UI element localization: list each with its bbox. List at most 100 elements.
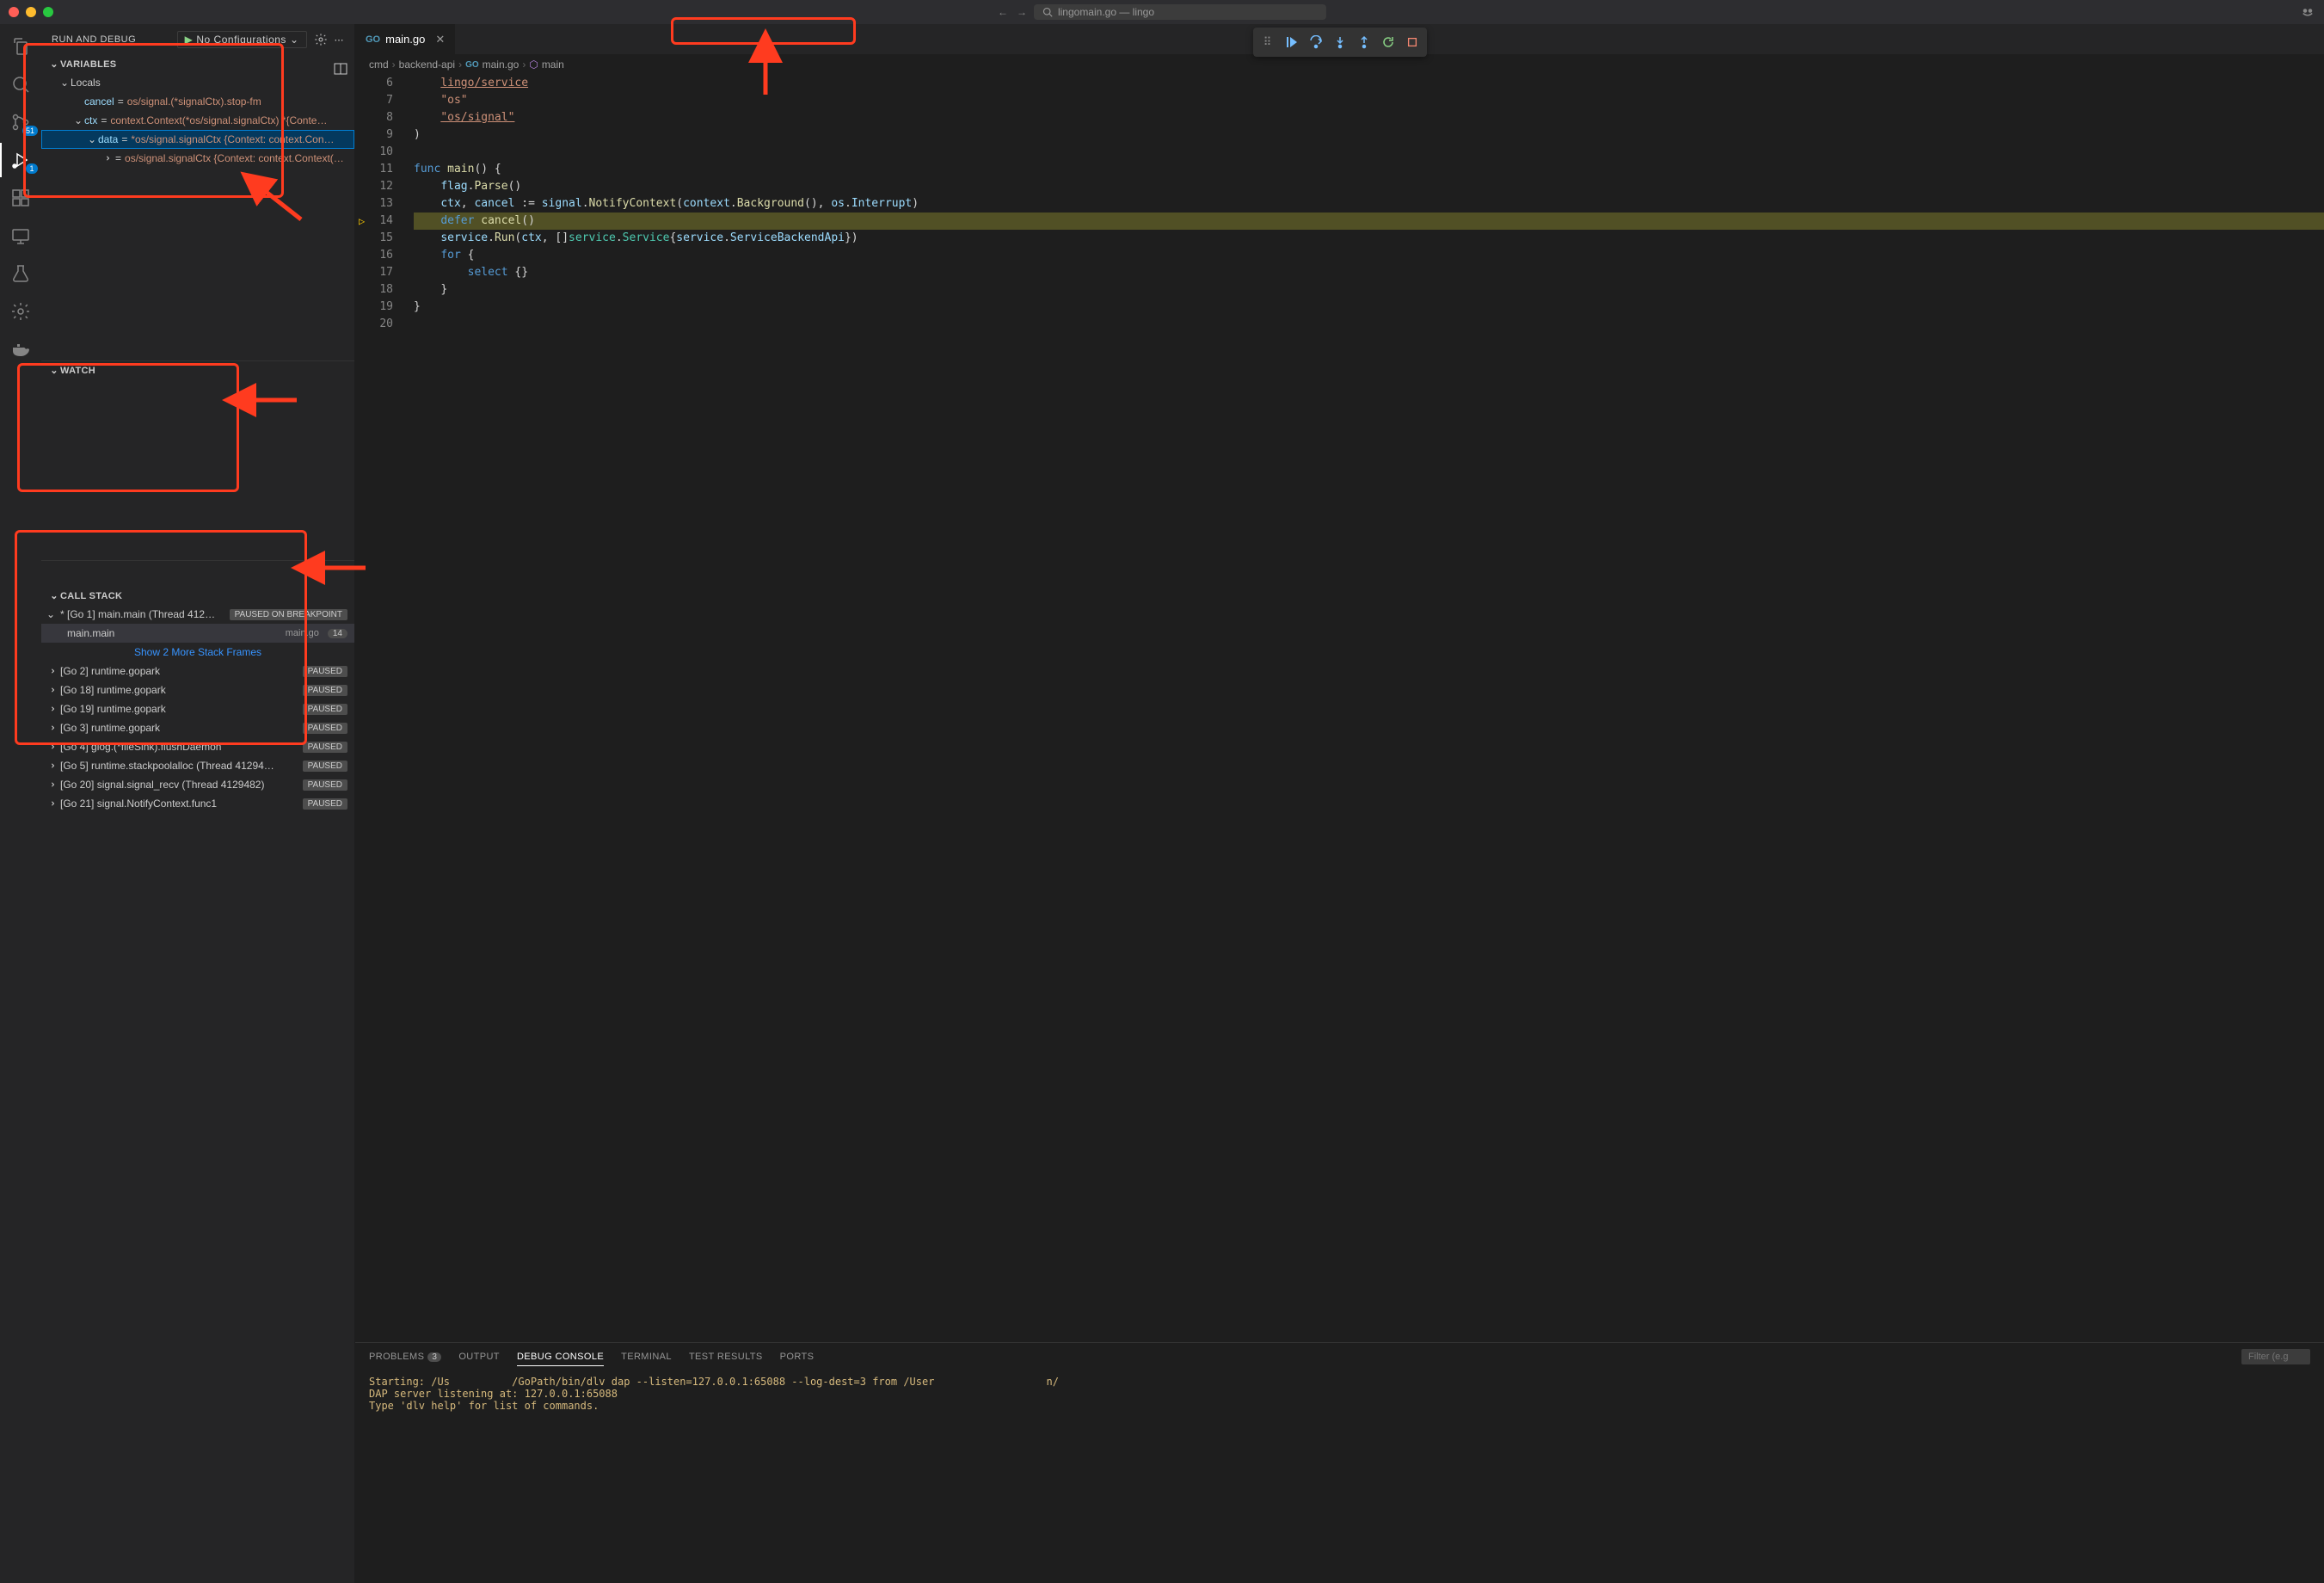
- thread-status-badge: PAUSED: [303, 704, 347, 715]
- tab-close-icon[interactable]: ✕: [435, 33, 445, 46]
- continue-button[interactable]: [1281, 31, 1303, 53]
- callstack-frame[interactable]: main.main main.go 14: [41, 624, 354, 643]
- callstack-thread[interactable]: ⌄[Go 4] glog.(*fileSink).flushDaemon PAUS…: [41, 737, 354, 756]
- panel-tab-test-results[interactable]: TEST RESULTS: [689, 1348, 763, 1365]
- chevron-right-icon: ⌄: [45, 684, 57, 696]
- source-control-tab[interactable]: 51: [0, 105, 41, 139]
- remote-tab[interactable]: [0, 219, 41, 253]
- watch-section: ⌄ WATCH: [41, 360, 354, 560]
- run-config-selector[interactable]: ▶ No Configurations ⌄: [177, 31, 307, 48]
- window-close-button[interactable]: [9, 7, 19, 17]
- breadcrumb-item[interactable]: main.go: [483, 59, 520, 71]
- breadcrumb-item[interactable]: cmd: [369, 59, 389, 71]
- chevron-down-icon: ⌄: [48, 590, 60, 601]
- watch-title: WATCH: [60, 366, 95, 376]
- gear-icon[interactable]: [314, 33, 328, 46]
- panel-filter-input[interactable]: [2241, 1349, 2310, 1364]
- extensions-tab[interactable]: [0, 181, 41, 215]
- var-name: data: [98, 133, 118, 145]
- var-value: context.Context(*os/signal.signalCtx) *{…: [110, 114, 327, 126]
- restart-button[interactable]: [1377, 31, 1399, 53]
- callstack-thread[interactable]: ⌄[Go 5] runtime.stackpoolalloc (Thread 4…: [41, 756, 354, 775]
- variable-row[interactable]: ⌄ = os/signal.signalCtx {Context: contex…: [41, 149, 354, 168]
- step-over-button[interactable]: [1305, 31, 1327, 53]
- callstack-thread[interactable]: ⌄[Go 21] signal.NotifyContext.func1PAUSE…: [41, 794, 354, 813]
- explorer-tab[interactable]: [0, 29, 41, 64]
- variable-row[interactable]: cancel = os/signal.(*signalCtx).stop-fm: [41, 92, 354, 111]
- chevron-right-icon: ⌄: [45, 798, 57, 810]
- search-icon: [1042, 7, 1053, 17]
- frame-file: main.go: [286, 628, 319, 638]
- titlebar: ← → lingomain.go — lingo: [0, 0, 2324, 24]
- variable-row[interactable]: ⌄ ctx = context.Context(*os/signal.signa…: [41, 111, 354, 130]
- thread-label: * [Go 1] main.main (Thread 412…: [60, 608, 215, 620]
- problems-count-badge: 3: [427, 1352, 441, 1362]
- thread-label: [Go 4] glog.(*fileSink).flushDaemon: [60, 741, 221, 753]
- editor-tabs: GO main.go ✕ ⠿: [355, 24, 2324, 54]
- window-maximize-button[interactable]: [43, 7, 53, 17]
- panel-tab-debug-console[interactable]: DEBUG CONSOLE: [517, 1348, 604, 1366]
- search-tab[interactable]: [0, 67, 41, 102]
- locals-group[interactable]: ⌄ Locals: [41, 73, 354, 92]
- run-debug-tab[interactable]: 1: [0, 143, 41, 177]
- chevron-right-icon: ⌄: [45, 779, 57, 791]
- docker-tab[interactable]: [0, 332, 41, 366]
- var-value: os/signal.(*signalCtx).stop-fm: [127, 95, 261, 108]
- tab-filename: main.go: [385, 33, 425, 46]
- thread-label: [Go 21] signal.NotifyContext.func1: [60, 798, 217, 810]
- command-center[interactable]: lingomain.go — lingo: [1034, 4, 1326, 20]
- var-name: cancel: [84, 95, 114, 108]
- debug-toolbar: ⠿: [1253, 28, 1427, 57]
- callstack-thread[interactable]: ⌄[Go 20] signal.signal_recv (Thread 4129…: [41, 775, 354, 794]
- drag-handle-icon[interactable]: ⠿: [1257, 31, 1279, 53]
- callstack-thread[interactable]: ⌄[Go 18] runtime.goparkPAUSED: [41, 681, 354, 699]
- panel-tab-output[interactable]: OUTPUT: [458, 1348, 500, 1365]
- editor-tab[interactable]: GO main.go ✕: [355, 24, 456, 54]
- bottom-panel: PROBLEMS3 OUTPUT DEBUG CONSOLE TERMINAL …: [355, 1342, 2324, 1583]
- callstack-thread[interactable]: ⌄ * [Go 1] main.main (Thread 412… PAUSED…: [41, 605, 354, 624]
- breadcrumb-item[interactable]: backend-api: [399, 59, 455, 71]
- code-content[interactable]: lingo/service "os" "os/signal" ) func ma…: [407, 75, 2324, 1342]
- chevron-right-icon: ⌄: [45, 760, 57, 772]
- callstack-thread[interactable]: ⌄[Go 19] runtime.goparkPAUSED: [41, 699, 354, 718]
- step-into-button[interactable]: [1329, 31, 1351, 53]
- code-editor[interactable]: 6 7 8 9 10 11 12 13 ▷14 15 16 17 18 19 2…: [355, 75, 2324, 1342]
- more-icon[interactable]: ⋯: [335, 34, 345, 46]
- chevron-right-icon: ⌄: [45, 703, 57, 715]
- callstack-thread[interactable]: ⌄[Go 2] runtime.goparkPAUSED: [41, 662, 354, 681]
- callstack-thread[interactable]: ⌄[Go 3] runtime.goparkPAUSED: [41, 718, 354, 737]
- step-out-button[interactable]: [1353, 31, 1375, 53]
- debug-console-output[interactable]: Starting: /Us /GoPath/bin/dlv dap --list…: [355, 1370, 2324, 1583]
- panel-tab-terminal[interactable]: TERMINAL: [621, 1348, 672, 1365]
- var-value: *os/signal.signalCtx {Context: context.C…: [131, 133, 334, 145]
- debug-badge: 1: [26, 163, 38, 174]
- window-minimize-button[interactable]: [26, 7, 36, 17]
- run-config-label: No Configurations: [196, 34, 286, 46]
- split-editor-icon[interactable]: [334, 62, 347, 76]
- breadcrumb-item[interactable]: main: [542, 59, 564, 71]
- nav-back-icon[interactable]: ←: [998, 6, 1008, 18]
- var-value: os/signal.signalCtx {Context: context.Co…: [125, 152, 344, 164]
- frame-func: main.main: [67, 627, 114, 639]
- variables-header[interactable]: ⌄ VARIABLES: [41, 55, 354, 73]
- breadcrumb[interactable]: cmd› backend-api› GO main.go› ⬡ main: [355, 54, 2324, 75]
- panel-tab-ports[interactable]: PORTS: [780, 1348, 815, 1365]
- thread-status-badge: PAUSED: [303, 742, 347, 753]
- copilot-icon[interactable]: [2300, 4, 2315, 20]
- nav-forward-icon[interactable]: →: [1017, 6, 1027, 18]
- variable-row[interactable]: ⌄ data = *os/signal.signalCtx {Context: …: [41, 130, 354, 149]
- testing-tab[interactable]: [0, 256, 41, 291]
- thread-status-badge: PAUSED: [303, 761, 347, 772]
- callstack-header[interactable]: ⌄ CALL STACK: [41, 587, 354, 605]
- chevron-right-icon: ⌄: [45, 665, 57, 677]
- show-more-frames-link[interactable]: Show 2 More Stack Frames: [41, 643, 354, 662]
- locals-label: Locals: [71, 77, 101, 89]
- editor-area: GO main.go ✕ ⠿: [355, 24, 2324, 1583]
- stop-button[interactable]: [1401, 31, 1423, 53]
- current-line-marker-icon: ▷: [359, 213, 365, 230]
- panel-tab-problems[interactable]: PROBLEMS3: [369, 1348, 441, 1365]
- settings-gear-tab[interactable]: [0, 294, 41, 329]
- scm-badge: 51: [22, 126, 38, 136]
- watch-header[interactable]: ⌄ WATCH: [41, 361, 354, 379]
- chevron-right-icon: ⌄: [45, 741, 57, 753]
